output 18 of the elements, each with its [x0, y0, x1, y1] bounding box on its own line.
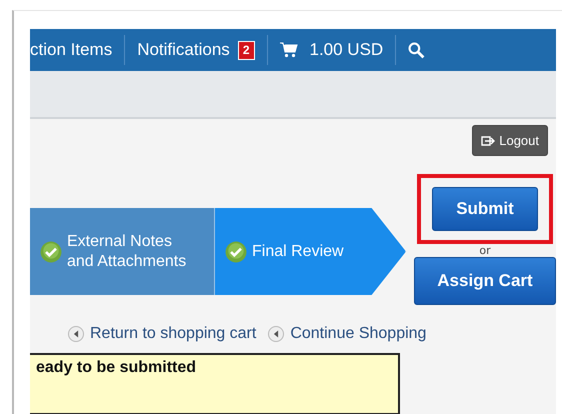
- cart-total[interactable]: 1.00 USD: [310, 40, 384, 60]
- notification-count: 2: [238, 40, 254, 60]
- status-message: eady to be submitted: [30, 353, 400, 414]
- progress-step[interactable]: External Notes and Attachments: [30, 208, 215, 295]
- back-link[interactable]: Return to shopping cart: [68, 325, 256, 343]
- assign-cart-button[interactable]: Assign Cart: [414, 257, 556, 305]
- step-label: External Notes and Attachments: [67, 232, 187, 271]
- cart-icon[interactable]: [280, 42, 298, 58]
- submit-button[interactable]: Submit: [432, 187, 538, 231]
- step-label: Final Review: [252, 242, 345, 262]
- logout-icon: [481, 134, 496, 146]
- notifications-link[interactable]: Notifications: [137, 40, 230, 60]
- logout-button[interactable]: Logout: [472, 125, 548, 156]
- nav-link[interactable]: ction Items: [30, 40, 112, 60]
- search-icon[interactable]: [408, 42, 426, 58]
- progress-step[interactable]: Final Review: [215, 208, 406, 295]
- or-text: or: [479, 244, 491, 257]
- back-link[interactable]: Continue Shopping: [268, 325, 426, 343]
